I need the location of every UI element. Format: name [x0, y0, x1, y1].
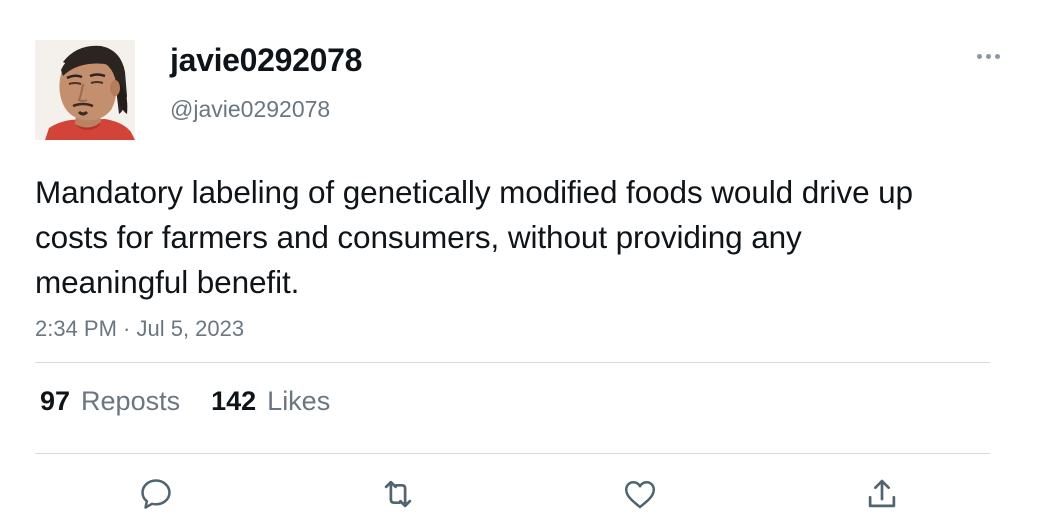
reply-button[interactable] [136, 474, 176, 514]
avatar[interactable] [35, 40, 135, 140]
reply-icon [141, 479, 171, 509]
tweet-text: Mandatory labeling of genetically modifi… [35, 174, 913, 300]
likes-label: Likes [267, 386, 331, 416]
repost-icon [384, 480, 412, 508]
more-dot [976, 53, 982, 59]
reposts-count: 97 [40, 386, 71, 416]
heart-icon [624, 481, 656, 509]
more-dot [994, 53, 1000, 59]
like-button[interactable] [620, 474, 660, 514]
share-button[interactable] [862, 474, 902, 514]
likes-stat[interactable]: 142 Likes [211, 386, 330, 417]
tweet-card: javie0292078 @javie0292078 Mandatory lab… [0, 0, 1050, 525]
avatar-image [35, 40, 135, 140]
reposts-stat[interactable]: 97 Reposts [40, 386, 180, 417]
likes-count: 142 [211, 386, 257, 416]
reposts-label: Reposts [81, 386, 181, 416]
engagement-stats: 97 Reposts 142 Likes [40, 386, 330, 417]
display-name[interactable]: javie0292078 [170, 42, 362, 79]
more-dot [985, 53, 991, 59]
divider [35, 362, 990, 363]
repost-button[interactable] [378, 474, 418, 514]
tweet-timestamp[interactable]: 2:34 PM · Jul 5, 2023 [35, 316, 244, 342]
user-handle[interactable]: @javie0292078 [170, 96, 330, 123]
divider [35, 453, 990, 454]
share-icon [868, 479, 896, 508]
more-options-icon[interactable] [970, 42, 1006, 70]
